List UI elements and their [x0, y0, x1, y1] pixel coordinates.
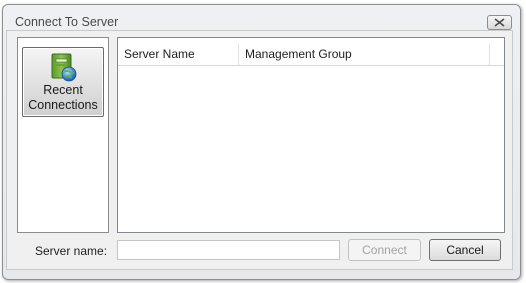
recent-servers-list[interactable]: Server Name Management Group: [117, 37, 505, 233]
close-button[interactable]: [487, 15, 512, 30]
column-header-filler: [490, 44, 504, 65]
server-name-label: Server name:: [35, 244, 108, 258]
server-name-input[interactable]: [117, 240, 340, 260]
window-title: Connect To Server: [15, 15, 119, 29]
nav-item-recent-connections[interactable]: Recent Connections: [22, 47, 104, 117]
cancel-button[interactable]: Cancel: [429, 239, 501, 261]
close-icon: [494, 18, 505, 27]
connect-button[interactable]: Connect: [348, 239, 421, 261]
nav-item-label: Recent Connections: [28, 83, 98, 112]
column-header-server-name[interactable]: Server Name: [118, 44, 239, 65]
column-header-management-group[interactable]: Management Group: [239, 44, 490, 65]
list-header: Server Name Management Group: [118, 44, 504, 66]
navigation-panel: Recent Connections: [17, 37, 109, 233]
server-globe-icon: [51, 53, 77, 82]
